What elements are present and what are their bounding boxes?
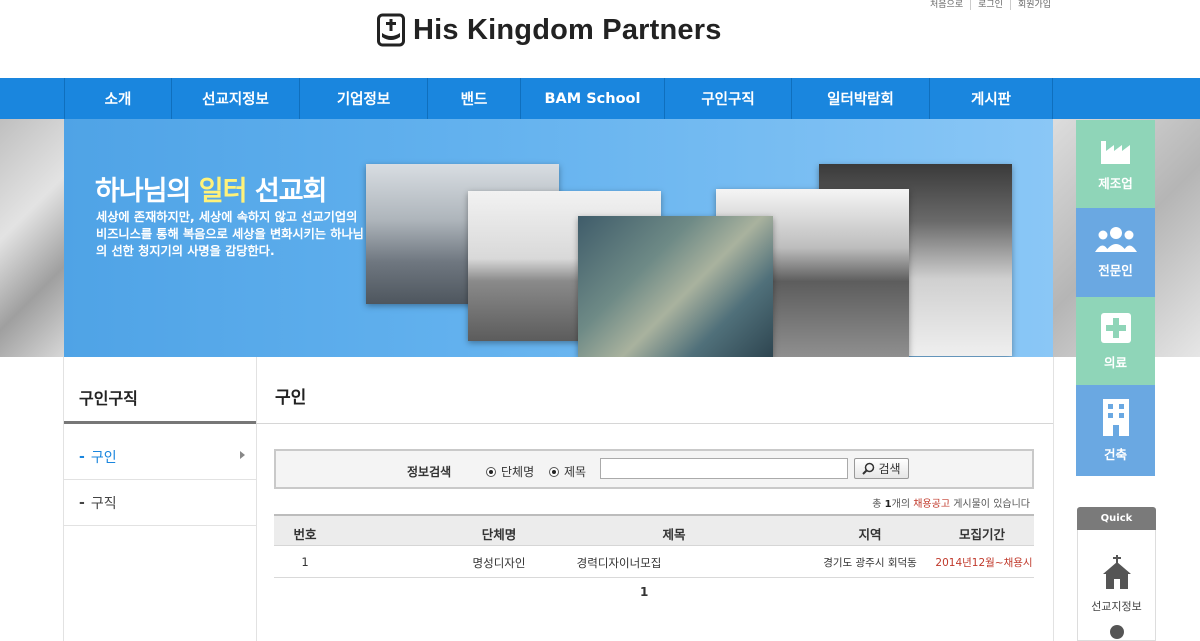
header-region: 지역 xyxy=(858,527,882,542)
quick-menu-title: Quick xyxy=(1077,507,1156,530)
header-org: 단체명 xyxy=(481,527,517,542)
utility-links: 처음으로 로그인 회원가입 xyxy=(930,0,1058,10)
lnb-item-label: 구직 xyxy=(90,495,117,512)
banner-subtitle: 세상에 존재하지만, 세상에 속하지 않고 선교기업의 비즈니스를 통해 복음으… xyxy=(96,210,364,258)
nav-item-company-info[interactable]: 기업정보 xyxy=(300,78,428,119)
magnifier-icon xyxy=(862,462,875,475)
quick-next-icon xyxy=(1110,625,1124,639)
category-label: 전문인 xyxy=(1098,263,1133,278)
quick-menu: 선교지정보 xyxy=(1077,530,1156,641)
building-icon xyxy=(1102,399,1129,436)
lnb-title-underline xyxy=(64,421,256,424)
header-number: 번호 xyxy=(293,527,317,542)
page-title: 구인 xyxy=(275,388,307,408)
arrow-right-icon xyxy=(240,451,245,459)
content-divider-right xyxy=(1053,357,1054,641)
radio-org-name[interactable]: 단체명 xyxy=(486,463,534,480)
nav-item-bam-school[interactable]: BAM School xyxy=(521,78,665,119)
cell-period: 2014년12월~채용시 xyxy=(935,557,1033,569)
banner-title: 하나님의 일터 선교회 xyxy=(95,176,327,207)
category-construction[interactable]: 건축 xyxy=(1076,385,1155,476)
nav-item-intro[interactable]: 소개 xyxy=(65,78,172,119)
people-icon xyxy=(1094,227,1137,252)
lnb-title: 구인구직 xyxy=(79,389,138,408)
home-link[interactable]: 처음으로 xyxy=(930,0,970,10)
table-row[interactable]: 1 명성디자인 경력디자이너모집 경기도 광주시 회덕동 2014년12월~채용… xyxy=(274,546,1034,578)
cell-org: 명성디자인 xyxy=(472,556,526,570)
search-label: 정보검색 xyxy=(407,465,452,479)
hero-banner: 하나님의 일터 선교회 세상에 존재하지만, 세상에 속하지 않고 선교기업의 … xyxy=(64,119,1053,357)
cell-number: 1 xyxy=(301,555,309,569)
category-manufacturing[interactable]: 제조업 xyxy=(1076,120,1155,208)
search-button[interactable]: 검색 xyxy=(854,458,909,479)
signup-link[interactable]: 회원가입 xyxy=(1009,0,1058,10)
page: 처음으로 로그인 회원가입 His Kingdom Partners 소개 선교… xyxy=(0,0,1200,641)
logo-emblem-icon xyxy=(377,13,405,47)
radio-checked-icon xyxy=(486,466,496,477)
lnb-item-hiring[interactable]: - 구인 xyxy=(64,434,256,480)
church-icon xyxy=(1103,555,1131,589)
site-logo[interactable]: His Kingdom Partners xyxy=(377,13,722,47)
category-label: 제조업 xyxy=(1098,175,1133,191)
lnb-item-seeking[interactable]: - 구직 xyxy=(64,480,256,526)
bullet-dash: - xyxy=(79,448,85,465)
table-header: 번호 단체명 제목 지역 모집기간 xyxy=(274,514,1034,546)
pagination: 1 xyxy=(640,585,648,599)
medical-cross-icon xyxy=(1100,312,1131,343)
aerial-city-photo xyxy=(578,216,773,357)
lnb-item-label: 구인 xyxy=(90,449,117,466)
search-box: 정보검색 단체명 제목 검색 xyxy=(274,449,1034,489)
nav-item-mission-info[interactable]: 선교지정보 xyxy=(172,78,300,119)
category-medical[interactable]: 의료 xyxy=(1076,297,1155,385)
brand-name: His Kingdom Partners xyxy=(413,13,722,46)
header-title: 제목 xyxy=(662,527,686,542)
bullet-dash: - xyxy=(79,494,85,511)
radio-title[interactable]: 제목 xyxy=(549,463,586,480)
search-input[interactable] xyxy=(600,458,848,479)
category-professional[interactable]: 전문인 xyxy=(1076,208,1155,297)
category-label: 건축 xyxy=(1103,447,1127,462)
cell-title[interactable]: 경력디자이너모집 xyxy=(544,555,694,571)
radio-checked-icon xyxy=(549,466,559,477)
title-underline xyxy=(256,423,1053,424)
category-label: 의료 xyxy=(1103,354,1127,370)
factory-icon xyxy=(1100,140,1130,164)
main-nav: 소개 선교지정보 기업정보 밴드 BAM School 구인구직 일터박람회 게… xyxy=(0,78,1200,119)
cell-region: 경기도 광주시 회덕동 xyxy=(823,557,917,569)
quick-item-mission-info[interactable]: 선교지정보 xyxy=(1078,530,1155,620)
nav-item-band[interactable]: 밴드 xyxy=(428,78,521,119)
page-link-1[interactable]: 1 xyxy=(640,585,648,599)
login-link[interactable]: 로그인 xyxy=(970,0,1010,10)
banner-side-image-left xyxy=(0,119,64,357)
nav-item-jobs[interactable]: 구인구직 xyxy=(665,78,792,119)
nav-item-job-fair[interactable]: 일터박람회 xyxy=(792,78,930,119)
nav-item-board[interactable]: 게시판 xyxy=(930,78,1053,119)
header-period: 모집기간 xyxy=(958,527,1005,542)
quick-item-label: 선교지정보 xyxy=(1091,600,1142,613)
result-count: 총 1개의 채용공고 게시물이 있습니다 xyxy=(872,499,1030,510)
content-divider-mid xyxy=(256,357,257,641)
